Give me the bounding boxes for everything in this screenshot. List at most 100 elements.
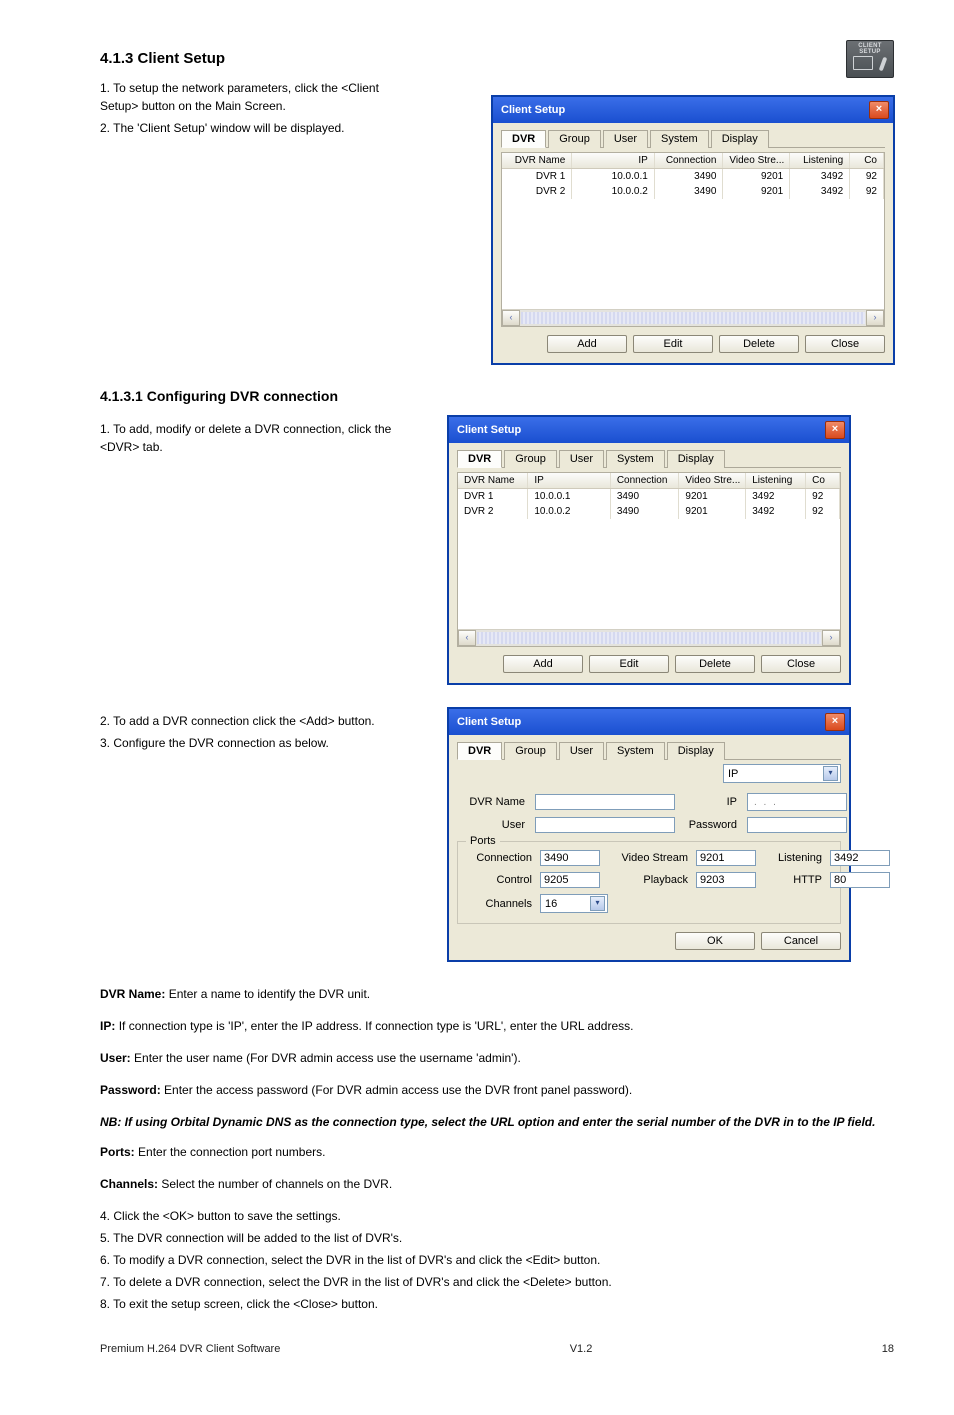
step-num: 5. [100, 1231, 110, 1245]
video-stream-port-field[interactable] [696, 850, 756, 866]
connection-type-select[interactable]: IP ▾ [723, 764, 841, 783]
dvr-list[interactable]: DVR Name IP Connection Video Stre... Lis… [457, 472, 841, 647]
col-ip[interactable]: IP [528, 473, 610, 488]
delete-button[interactable]: Delete [719, 335, 799, 353]
user-label: User [457, 819, 529, 831]
step-text: To add, modify or delete a DVR connectio… [100, 422, 391, 454]
definition-label: DVR Name: [100, 987, 165, 1001]
control-port-label: Control [466, 874, 534, 886]
step-num: 2. [100, 121, 110, 135]
client-setup-icon-label: CLIENT SETUP [847, 43, 893, 55]
scroll-right-icon[interactable]: › [822, 630, 840, 646]
col-dvr-name[interactable]: DVR Name [502, 153, 572, 168]
ports-fieldset: Ports Connection Video Stream Listening … [457, 841, 841, 924]
definition-label: Channels: [100, 1177, 158, 1191]
control-port-field[interactable] [540, 872, 600, 888]
tab-display[interactable]: Display [711, 130, 769, 148]
cell-vs: 9201 [679, 504, 746, 519]
col-listening[interactable]: Listening [790, 153, 850, 168]
scroll-right-icon[interactable]: › [866, 310, 884, 326]
add-button[interactable]: Add [547, 335, 627, 353]
cell-ip: 10.0.0.1 [572, 169, 654, 184]
dvr-list[interactable]: DVR Name IP Connection Video Stre... Lis… [501, 152, 885, 327]
horizontal-scrollbar[interactable]: ‹ › [502, 309, 884, 326]
delete-button[interactable]: Delete [675, 655, 755, 673]
step-8: 8. To exit the setup screen, click the <… [100, 1295, 894, 1313]
http-port-field[interactable] [830, 872, 890, 888]
listening-port-label: Listening [762, 852, 824, 864]
tab-user[interactable]: User [559, 742, 604, 760]
scroll-left-icon[interactable]: ‹ [502, 310, 520, 326]
list-item[interactable]: DVR 2 10.0.0.2 3490 9201 3492 92 [502, 184, 884, 199]
cell-lis: 3492 [790, 169, 850, 184]
col-connection[interactable]: Connection [655, 153, 724, 168]
close-icon[interactable]: × [825, 421, 845, 439]
list-item[interactable]: DVR 1 10.0.0.1 3490 9201 3492 92 [458, 489, 840, 504]
tab-user[interactable]: User [603, 130, 648, 148]
ip-field[interactable]: . . . [747, 793, 847, 811]
title-bar: Client Setup × [449, 417, 849, 443]
cell-name: DVR 1 [458, 489, 528, 504]
close-icon[interactable]: × [869, 101, 889, 119]
list-item[interactable]: DVR 1 10.0.0.1 3490 9201 3492 92 [502, 169, 884, 184]
tab-dvr[interactable]: DVR [501, 130, 546, 148]
close-icon[interactable]: × [825, 713, 845, 731]
col-control[interactable]: Co [806, 473, 840, 488]
tab-strip: DVR Group User System Display [457, 741, 841, 760]
tab-system[interactable]: System [606, 450, 665, 468]
video-stream-port-label: Video Stream [606, 852, 690, 864]
connection-port-field[interactable] [540, 850, 600, 866]
cell-ip: 10.0.0.1 [528, 489, 610, 504]
channels-select[interactable]: 16 ▾ [540, 894, 608, 913]
definition: Channels: Select the number of channels … [100, 1175, 894, 1193]
definition-text: Enter the access password (For DVR admin… [164, 1083, 632, 1097]
dvr-name-field[interactable] [535, 794, 675, 810]
password-field[interactable] [747, 817, 847, 833]
ok-button[interactable]: OK [675, 932, 755, 950]
scroll-left-icon[interactable]: ‹ [458, 630, 476, 646]
playback-port-field[interactable] [696, 872, 756, 888]
horizontal-scrollbar[interactable]: ‹ › [458, 629, 840, 646]
tab-group[interactable]: Group [504, 450, 557, 468]
col-ip[interactable]: IP [572, 153, 654, 168]
tab-display[interactable]: Display [667, 742, 725, 760]
step-num: 7. [100, 1275, 110, 1289]
dialog-title: Client Setup [457, 716, 521, 728]
step-num: 8. [100, 1297, 110, 1311]
definition-text: Enter the connection port numbers. [138, 1145, 325, 1159]
tab-system[interactable]: System [606, 742, 665, 760]
col-connection[interactable]: Connection [611, 473, 680, 488]
title-bar: Client Setup × [449, 709, 849, 735]
close-button[interactable]: Close [761, 655, 841, 673]
scroll-track[interactable] [477, 632, 821, 644]
tab-user[interactable]: User [559, 450, 604, 468]
tab-group[interactable]: Group [548, 130, 601, 148]
add-button[interactable]: Add [503, 655, 583, 673]
edit-button[interactable]: Edit [589, 655, 669, 673]
tab-system[interactable]: System [650, 130, 709, 148]
chevron-down-icon: ▾ [590, 896, 605, 911]
col-video-stream[interactable]: Video Stre... [679, 473, 746, 488]
definition-label: User: [100, 1051, 131, 1065]
listening-port-field[interactable] [830, 850, 890, 866]
scroll-track[interactable] [521, 312, 865, 324]
step-num: 3. [100, 736, 110, 750]
close-button[interactable]: Close [805, 335, 885, 353]
tab-dvr[interactable]: DVR [457, 742, 502, 760]
tab-group[interactable]: Group [504, 742, 557, 760]
col-listening[interactable]: Listening [746, 473, 806, 488]
edit-button[interactable]: Edit [633, 335, 713, 353]
col-video-stream[interactable]: Video Stre... [723, 153, 790, 168]
user-field[interactable] [535, 817, 675, 833]
cancel-button[interactable]: Cancel [761, 932, 841, 950]
list-item[interactable]: DVR 2 10.0.0.2 3490 9201 3492 92 [458, 504, 840, 519]
tab-dvr[interactable]: DVR [457, 450, 502, 468]
col-dvr-name[interactable]: DVR Name [458, 473, 528, 488]
cell-conn: 3490 [611, 504, 680, 519]
tab-display[interactable]: Display [667, 450, 725, 468]
client-setup-dialog-2: Client Setup × DVR Group User System Dis… [448, 416, 850, 684]
cell-co: 92 [850, 184, 884, 199]
step-text: To exit the setup screen, click the <Clo… [113, 1297, 378, 1311]
note-text: NB: If using Orbital Dynamic DNS as the … [100, 1113, 894, 1131]
col-control[interactable]: Co [850, 153, 884, 168]
